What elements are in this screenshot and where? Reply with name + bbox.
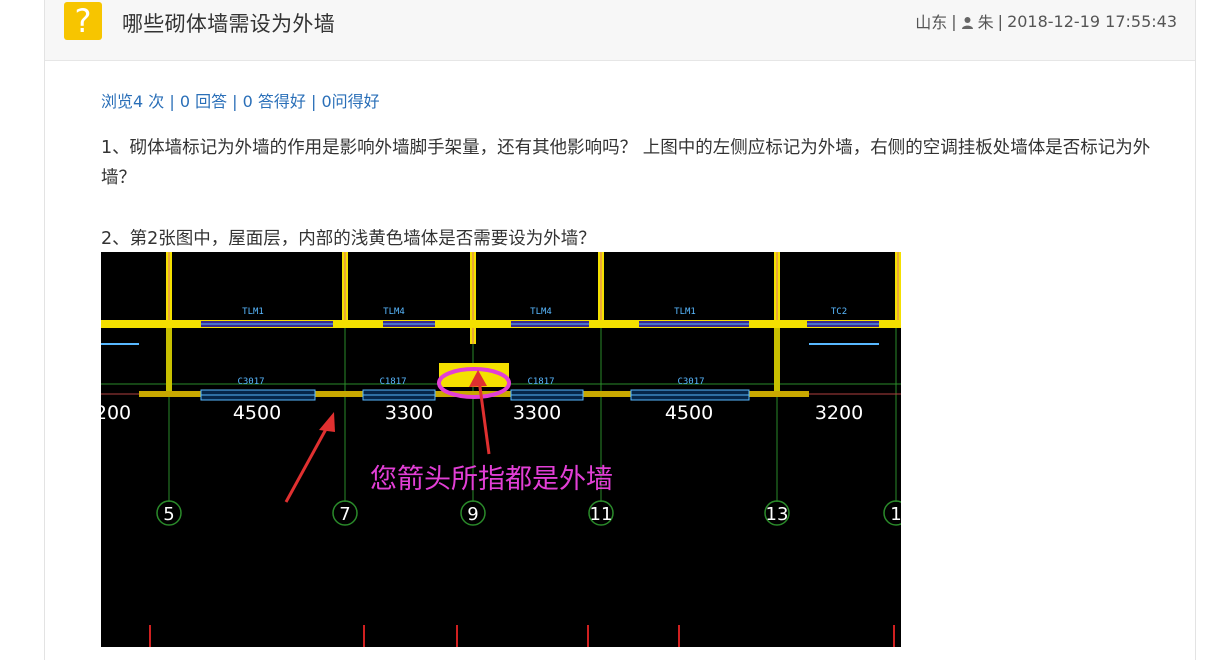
window-label: C3017 bbox=[677, 377, 704, 387]
dimension-label: 200 bbox=[101, 402, 131, 424]
user-icon bbox=[961, 16, 973, 29]
door-label: TLM1 bbox=[674, 307, 696, 317]
axis-number: 7 bbox=[339, 504, 350, 525]
question-card: ? 哪些砌体墙需设为外墙 山东 | 朱 | 2018-12-19 17:55:4… bbox=[44, 0, 1196, 660]
question-header: ? 哪些砌体墙需设为外墙 山东 | 朱 | 2018-12-19 17:55:4… bbox=[45, 0, 1195, 61]
window-label: C3017 bbox=[237, 377, 264, 387]
dimension-label: 4500 bbox=[233, 402, 281, 424]
wall-vertical bbox=[166, 324, 172, 394]
location: 山东 bbox=[915, 13, 948, 32]
question-mark-icon: ? bbox=[64, 2, 102, 40]
wall-vertical bbox=[774, 324, 780, 394]
question-paragraph-2: 2、第2张图中，屋面层，内部的浅黄色墙体是否需要设为外墙？ bbox=[101, 229, 596, 249]
axis-number: 5 bbox=[163, 504, 174, 525]
author-name[interactable]: 朱 bbox=[978, 9, 994, 33]
door-label: TLM4 bbox=[383, 307, 405, 317]
axis-number: 9 bbox=[467, 504, 478, 525]
question-paragraph-1: 1、砌体墙标记为外墙的作用是影响外墙脚手架量，还有其他影响吗？ 上图中的左侧应标… bbox=[101, 138, 1151, 188]
cad-screenshot: TLM1 TLM4 TLM4 TLM1 TC2 C3017 C1817 C1817 C3017 2… bbox=[101, 252, 901, 647]
axis-number: 13 bbox=[766, 504, 789, 525]
question-stats[interactable]: 浏览4 次 | 0 回答 | 0 答得好 | 0问得好 bbox=[101, 88, 380, 112]
annotation-arrow-line bbox=[284, 419, 333, 503]
question-title[interactable]: 哪些砌体墙需设为外墙 bbox=[122, 8, 335, 38]
dimension-label: 3300 bbox=[513, 402, 561, 424]
annotation-arrow-head bbox=[319, 412, 335, 432]
question-meta: 山东 | 朱 | 2018-12-19 17:55:43 bbox=[915, 9, 1177, 33]
cad-drawing: TLM1 TLM4 TLM4 TLM1 TC2 C3017 C1817 C1817 C3017 2… bbox=[101, 252, 901, 647]
door-label: TLM1 bbox=[242, 307, 264, 317]
dimension-label: 3300 bbox=[385, 402, 433, 424]
dimension-label: 3200 bbox=[815, 402, 863, 424]
post-datetime: 2018-12-19 17:55:43 bbox=[1007, 11, 1177, 31]
door-label: TLM4 bbox=[530, 307, 552, 317]
door-label: TC2 bbox=[831, 307, 847, 317]
axis-number: 1 bbox=[890, 504, 901, 525]
annotation-text: 您箭头所指都是外墙 bbox=[370, 464, 613, 495]
separator: | bbox=[951, 11, 957, 31]
dimension-label: 4500 bbox=[665, 402, 713, 424]
window-label: C1817 bbox=[379, 377, 406, 387]
window-label: C1817 bbox=[527, 377, 554, 387]
axis-number: 11 bbox=[590, 504, 613, 525]
separator: | bbox=[997, 11, 1004, 31]
